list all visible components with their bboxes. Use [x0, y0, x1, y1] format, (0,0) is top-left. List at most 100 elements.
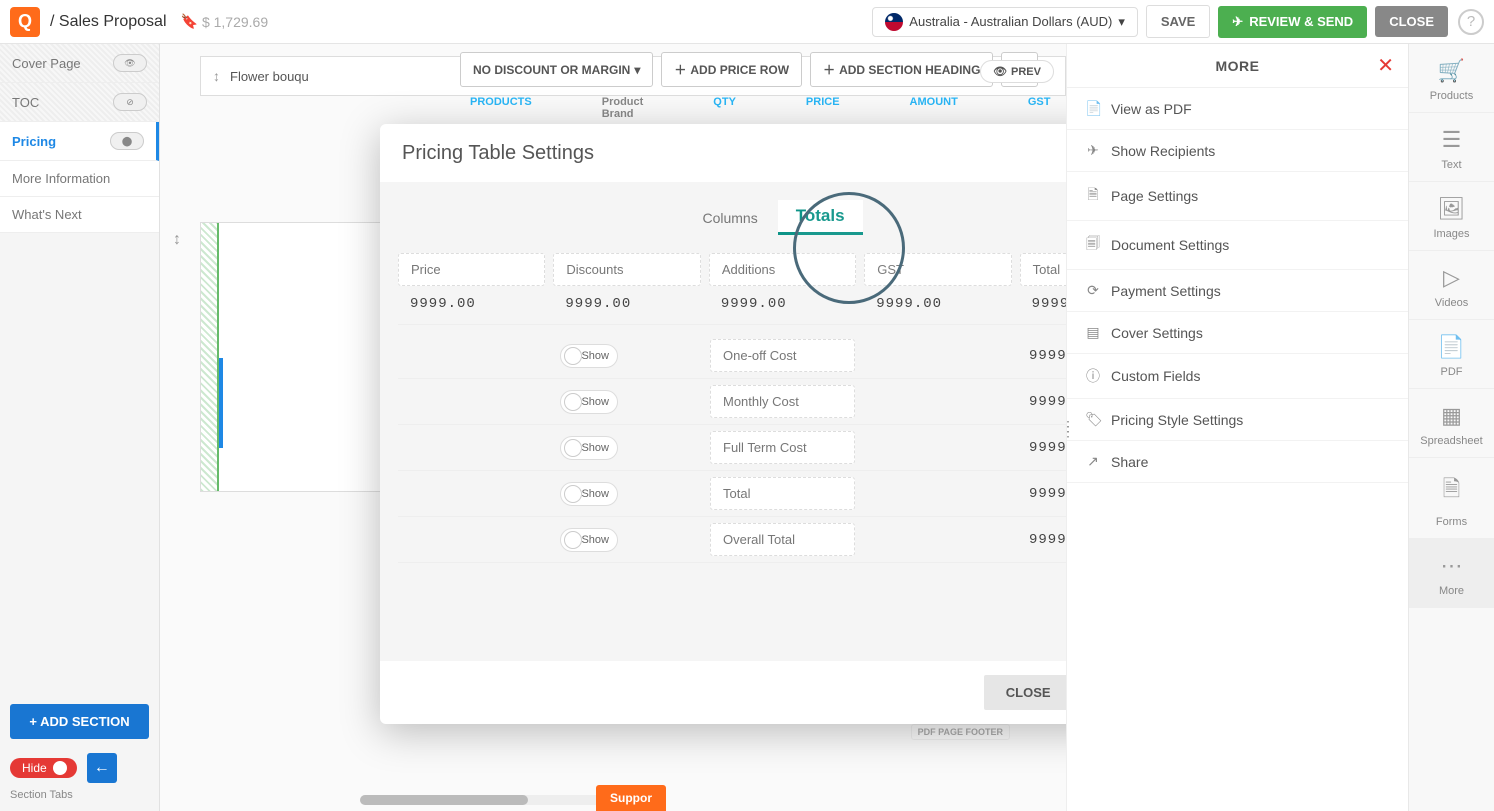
section-title-input[interactable]: [230, 69, 340, 84]
pricing-toolbar: NO DISCOUNT OR MARGIN ▾ ＋ ADD PRICE ROW …: [460, 52, 1038, 87]
back-button[interactable]: ←: [87, 753, 117, 783]
more-item-pricing-style[interactable]: 🏷Pricing Style Settings: [1067, 399, 1408, 441]
row-label-input[interactable]: [710, 477, 855, 510]
modal-footer: CLOSE SAVE: [380, 661, 1066, 724]
add-price-row-button[interactable]: ＋ ADD PRICE ROW: [661, 52, 802, 87]
more-close-icon[interactable]: ✕: [1377, 53, 1394, 78]
hide-toggle[interactable]: Hide: [10, 758, 77, 778]
num-additions: 9999.00: [709, 292, 856, 316]
totals-header-row: Price Discounts Additions GST Total: [398, 253, 1066, 286]
more-item-doc-settings[interactable]: 🗐Document Settings: [1067, 221, 1408, 270]
more-item-cover-settings[interactable]: ▤Cover Settings: [1067, 312, 1408, 354]
preview-toggle[interactable]: 👁 PREV: [980, 60, 1054, 83]
help-icon[interactable]: ?: [1458, 9, 1484, 35]
header-gst[interactable]: GST: [864, 253, 1011, 286]
rail-forms[interactable]: 🗎Forms: [1409, 458, 1494, 539]
tab-columns[interactable]: Columns: [702, 210, 757, 226]
rail-label: PDF: [1441, 366, 1463, 378]
more-item-payment-settings[interactable]: ⟳Payment Settings: [1067, 270, 1408, 312]
logo-letter: Q: [18, 11, 32, 32]
top-header: Q / Sales Proposal 🔖 $ 1,729.69 Australi…: [0, 0, 1494, 44]
close-button[interactable]: CLOSE: [1375, 6, 1448, 37]
drag-handle-icon[interactable]: ↕: [173, 231, 181, 249]
col-gst: GST: [1028, 96, 1051, 120]
rail-spreadsheet[interactable]: ▦Spreadsheet: [1409, 389, 1494, 458]
sidebar-item-label: Pricing: [12, 134, 56, 149]
header-discounts[interactable]: Discounts: [553, 253, 700, 286]
rail-videos[interactable]: ▷Videos: [1409, 251, 1494, 320]
add-heading-label: ADD SECTION HEADING: [839, 63, 980, 77]
more-item-label: Page Settings: [1111, 188, 1198, 204]
rail-images[interactable]: 🖼Images: [1409, 182, 1494, 251]
more-item-page-settings[interactable]: 🗎 Page Settings: [1067, 172, 1408, 221]
review-send-button[interactable]: ✈ REVIEW & SEND: [1218, 6, 1367, 38]
visibility-toggle[interactable]: 👁: [113, 54, 147, 72]
header-additions[interactable]: Additions: [709, 253, 856, 286]
text-icon: ☰: [1442, 127, 1462, 153]
more-item-label: Payment Settings: [1111, 283, 1221, 299]
scrollbar-thumb[interactable]: [360, 795, 528, 805]
sidebar-item-more-info[interactable]: More Information: [0, 161, 159, 197]
sidebar-item-pricing[interactable]: Pricing ⬤: [0, 122, 159, 161]
visibility-toggle[interactable]: ⬤: [110, 132, 144, 150]
rail-pdf[interactable]: 📄PDF: [1409, 320, 1494, 389]
col-amount: AMOUNT: [910, 96, 958, 120]
show-toggle[interactable]: Show: [560, 528, 618, 552]
header-price[interactable]: Price: [398, 253, 545, 286]
more-title: MORE: [1216, 58, 1260, 74]
more-item-view-pdf[interactable]: 📄View as PDF: [1067, 88, 1408, 130]
sidebar-item-whats-next[interactable]: What's Next: [0, 197, 159, 233]
app-logo[interactable]: Q: [10, 7, 40, 37]
rail-more[interactable]: ⋯More: [1409, 539, 1494, 608]
row-label-input[interactable]: [710, 431, 855, 464]
add-section-heading-button[interactable]: ＋ ADD SECTION HEADING: [810, 52, 993, 87]
info-icon: ⓘ: [1085, 366, 1101, 386]
row-value: 9999.00: [1019, 440, 1066, 456]
more-item-label: Share: [1111, 454, 1148, 470]
discount-dropdown[interactable]: NO DISCOUNT OR MARGIN ▾: [460, 52, 653, 87]
sidebar-item-toc[interactable]: TOC ⊘: [0, 83, 159, 122]
rail-label: Spreadsheet: [1420, 435, 1482, 447]
drag-handle-icon[interactable]: ↕: [213, 68, 220, 84]
discount-label: NO DISCOUNT OR MARGIN: [473, 63, 630, 77]
currency-selector[interactable]: Australia - Australian Dollars (AUD) ▾: [872, 7, 1138, 37]
show-toggle[interactable]: Show: [560, 390, 618, 414]
show-toggle[interactable]: Show: [560, 482, 618, 506]
more-item-recipients[interactable]: ✈Show Recipients: [1067, 130, 1408, 172]
save-button[interactable]: SAVE: [1146, 5, 1210, 38]
support-tab[interactable]: Suppor: [596, 785, 666, 811]
rail-text[interactable]: ☰Text: [1409, 113, 1494, 182]
more-item-custom-fields[interactable]: ⓘ Custom Fields: [1067, 354, 1408, 399]
modal-close-button[interactable]: CLOSE: [984, 675, 1066, 710]
section-tabs-label: Section Tabs: [10, 789, 149, 801]
rail-label: More: [1439, 585, 1464, 597]
row-label-input[interactable]: [710, 339, 855, 372]
active-indicator: [219, 358, 223, 448]
currency-label: Australia - Australian Dollars (AUD): [909, 14, 1112, 29]
add-section-button[interactable]: + ADD SECTION: [10, 704, 149, 739]
show-label: Show: [581, 488, 609, 500]
visibility-toggle[interactable]: ⊘: [113, 93, 147, 111]
rail-products[interactable]: 🛒Products: [1409, 44, 1494, 113]
more-item-label: View as PDF: [1111, 101, 1192, 117]
more-item-label: Show Recipients: [1111, 143, 1215, 159]
sidebar-item-cover-page[interactable]: Cover Page 👁: [0, 44, 159, 83]
editor-canvas: ↕ NO DISCOUNT OR MARGIN ▾ ＋ ADD PRICE RO…: [160, 44, 1066, 811]
row-label-input[interactable]: [710, 385, 855, 418]
show-toggle[interactable]: Show: [560, 344, 618, 368]
totals-row-one-off: Show 9999.00: [398, 333, 1066, 379]
row-label-input[interactable]: [710, 523, 855, 556]
row-value: 9999.00: [1019, 486, 1066, 502]
more-header: MORE ✕: [1067, 44, 1408, 88]
cart-icon: 🛒: [1438, 58, 1465, 84]
totals-row-monthly: Show 9999.00: [398, 379, 1066, 425]
tab-totals[interactable]: Totals: [778, 200, 863, 235]
col-qty: QTY: [713, 96, 736, 120]
more-item-share[interactable]: ↗Share: [1067, 441, 1408, 483]
show-toggle[interactable]: Show: [560, 436, 618, 460]
more-item-label: Custom Fields: [1111, 368, 1200, 384]
modal-header: Pricing Table Settings ✕: [380, 124, 1066, 182]
page-icon: 🗎: [1085, 184, 1101, 208]
header-total[interactable]: Total: [1020, 253, 1066, 286]
num-price: 9999.00: [398, 292, 545, 316]
